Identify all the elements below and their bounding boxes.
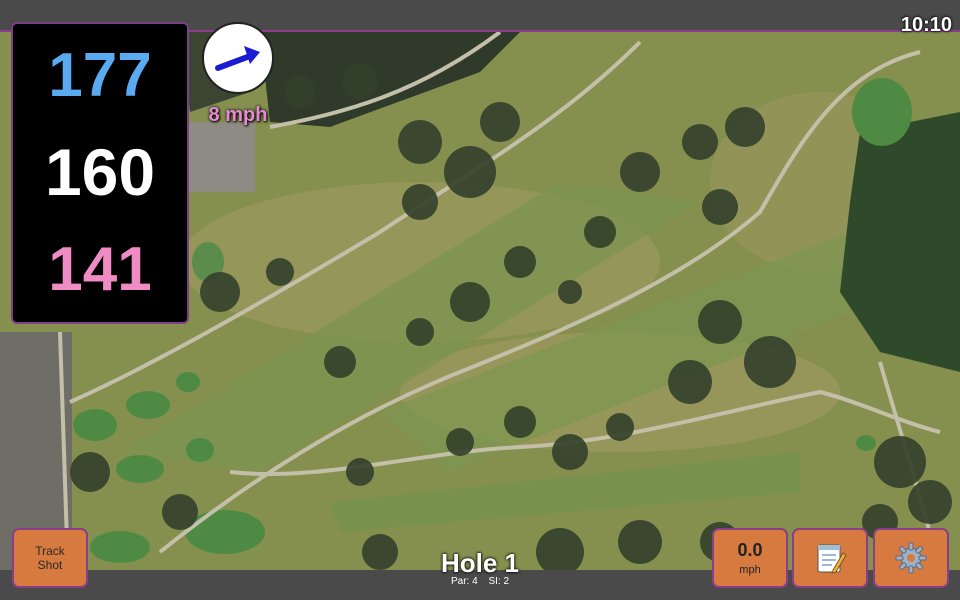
track-shot-label-line1: Track <box>35 544 65 558</box>
speed-value: 0.0 <box>737 540 763 560</box>
wind-speed-label: 8 mph <box>208 104 268 126</box>
hole-stroke-index: SI: 2 <box>488 576 510 587</box>
gear-icon <box>895 542 927 574</box>
track-shot-label-line2: Shot <box>37 558 63 572</box>
speed-button[interactable]: 0.0 mph <box>712 528 788 588</box>
notepad-icon <box>817 544 847 574</box>
wind-direction-indicator <box>202 22 274 94</box>
hole-par: Par: 4 <box>450 576 478 587</box>
yardage-panel: 177 160 141 <box>11 22 189 324</box>
speed-unit: mph <box>739 564 761 576</box>
arrow-right-icon <box>215 46 260 71</box>
track-shot-button[interactable]: Track Shot <box>12 528 88 588</box>
clock: 10:10 <box>900 14 952 36</box>
hole-details: Par: 4 SI: 2 <box>380 576 580 587</box>
front-yardage: 141 <box>48 235 152 304</box>
back-yardage: 177 <box>48 41 152 110</box>
settings-button[interactable] <box>873 528 949 588</box>
notes-button[interactable] <box>792 528 868 588</box>
hole-title: Hole 1 <box>440 548 520 578</box>
middle-yardage: 160 <box>44 135 156 209</box>
